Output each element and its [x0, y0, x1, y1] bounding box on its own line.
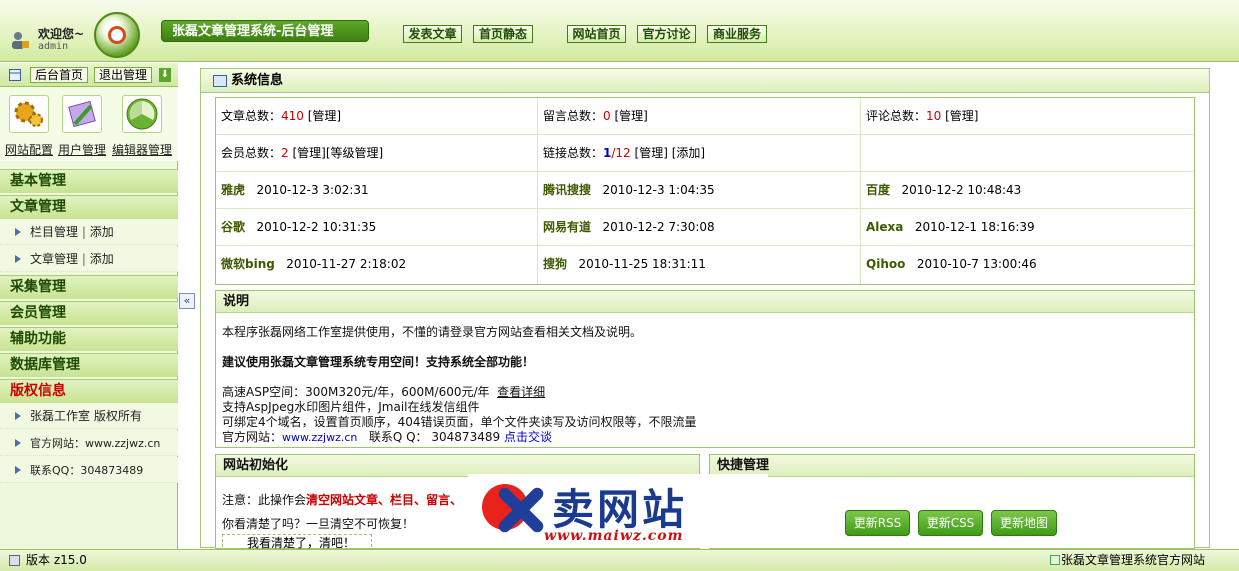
table-icon	[213, 75, 227, 87]
official-site-footer-link[interactable]: 张磊文章管理系统官方网站	[1061, 550, 1205, 570]
editor-manage-link[interactable]: 编辑器管理	[112, 141, 172, 158]
logout-button[interactable]: 退出管理	[94, 67, 152, 83]
comment-manage-link[interactable]: [管理]	[945, 109, 978, 123]
member-manage-link[interactable]: [管理]	[292, 146, 325, 160]
arrow-down-icon[interactable]: ⬇	[159, 68, 171, 82]
update-map-button[interactable]: 更新地图	[991, 510, 1057, 536]
click-chat-link[interactable]: 点击交谈	[504, 430, 552, 444]
table-row: 微软bing 2010-11-27 2:18:02 搜狗 2010-11-25 …	[221, 257, 1037, 271]
copyright-item: 张磊工作室 版权所有	[0, 403, 178, 429]
table-row: 会员总数：2 [管理][等级管理] 链接总数：1/12 [管理] [添加]	[216, 135, 1194, 172]
welcome-username: admin	[38, 41, 69, 52]
official-site-link[interactable]: www.zzjwz.cn	[282, 431, 357, 444]
category-add-link[interactable]: 添加	[90, 225, 114, 239]
calendar-icon	[9, 69, 21, 81]
nav-site-home[interactable]: 网站首页	[567, 25, 626, 43]
article-manage-link[interactable]: 文章管理	[30, 252, 78, 266]
link-manage-link[interactable]: [管理]	[635, 146, 668, 160]
nav-home-static[interactable]: 首页静态	[473, 25, 533, 43]
message-manage-link[interactable]: [管理]	[614, 109, 647, 123]
menu-copyright[interactable]: 版权信息	[0, 379, 178, 403]
sidebar: 后台首页 退出管理 ⬇ 网站配置 用户管理 编辑器管理 基本管理 文章管理 栏目…	[0, 63, 178, 549]
notes-title: 说明	[216, 291, 1194, 313]
nav-official-forum[interactable]: 官方讨论	[637, 25, 696, 43]
update-css-button[interactable]: 更新CSS	[918, 510, 983, 536]
article-add-link[interactable]: 添加	[90, 252, 114, 266]
arrow-right-icon	[15, 412, 21, 420]
status-bar: 版本 z15.0 张磊文章管理系统官方网站	[0, 549, 1239, 571]
copyright-item: 官方网站：www.zzjwz.cn	[0, 430, 178, 456]
editor-manage-icon[interactable]	[122, 95, 162, 133]
sidebar-toolbar: 后台首页 退出管理 ⬇	[0, 63, 178, 87]
panel-title: 系统信息	[201, 69, 1209, 93]
level-manage-link[interactable]: [等级管理]	[326, 146, 383, 160]
menu-item-category: 栏目管理 | 添加	[0, 219, 178, 245]
watermark-logo: 卖网站 www.maiwz.com	[468, 474, 768, 548]
member-count: 2	[281, 146, 289, 160]
quick-manage-title: 快捷管理	[710, 455, 1194, 477]
link-count-b: /12	[611, 146, 631, 160]
nav-business-service[interactable]: 商业服务	[707, 25, 767, 43]
menu-item-article: 文章管理 | 添加	[0, 246, 178, 272]
user-icon	[12, 32, 29, 49]
gear-icon[interactable]	[9, 95, 49, 133]
view-detail-link[interactable]: 查看详细	[497, 385, 545, 399]
admin-home-button[interactable]: 后台首页	[30, 67, 88, 83]
user-manage-link[interactable]: 用户管理	[58, 141, 106, 158]
article-manage-link[interactable]: [管理]	[308, 109, 341, 123]
link-add-link[interactable]: [添加]	[672, 146, 705, 160]
menu-basic[interactable]: 基本管理	[0, 169, 178, 193]
system-info-table: 文章总数：410 [管理] 留言总数：0 [管理] 评论总数：10 [管理] 会…	[215, 97, 1195, 285]
table-row: 雅虎 2010-12-3 3:02:31 腾讯搜搜 2010-12-3 1:04…	[216, 172, 1194, 209]
copyright-item: 联系QQ：304873489	[0, 457, 178, 483]
collapse-sidebar-button[interactable]: «	[179, 293, 195, 309]
comment-count: 10	[926, 109, 942, 123]
menu-assist[interactable]: 辅助功能	[0, 327, 178, 351]
top-header: 欢迎您~ admin 张磊文章管理系统-后台管理 发表文章 首页静态 网站首页 …	[0, 0, 1239, 62]
menu-collect[interactable]: 采集管理	[0, 275, 178, 299]
arrow-right-icon	[15, 439, 21, 447]
logo-icon	[94, 12, 140, 58]
category-manage-link[interactable]: 栏目管理	[30, 225, 78, 239]
window-icon	[9, 555, 20, 566]
article-count: 410	[281, 109, 304, 123]
welcome-area: 欢迎您~ admin	[8, 22, 98, 56]
notes-box: 说明 本程序张磊网络工作室提供使用，不懂的请登录官方网站查看相关文档及说明。 建…	[215, 290, 1195, 448]
table-row: 文章总数：410 [管理] 留言总数：0 [管理] 评论总数：10 [管理]	[216, 98, 1194, 135]
menu-article[interactable]: 文章管理	[0, 195, 178, 219]
menu-member[interactable]: 会员管理	[0, 301, 178, 325]
menu-database[interactable]: 数据库管理	[0, 353, 178, 377]
site-config-link[interactable]: 网站配置	[5, 141, 53, 158]
arrow-right-icon	[15, 255, 21, 263]
arrow-right-icon	[15, 228, 21, 236]
version-label: 版本 z15.0	[26, 553, 87, 567]
arrow-right-icon	[15, 466, 21, 474]
nav-post-article[interactable]: 发表文章	[403, 25, 462, 43]
system-title: 张磊文章管理系统-后台管理	[161, 20, 369, 42]
message-count: 0	[603, 109, 611, 123]
table-row: 谷歌 2010-12-2 10:31:35 网易有道 2010-12-2 7:3…	[216, 209, 1194, 246]
help-icon	[1050, 555, 1060, 565]
welcome-text: 欢迎您~	[38, 27, 85, 41]
user-manage-icon[interactable]	[62, 95, 102, 133]
update-rss-button[interactable]: 更新RSS	[845, 510, 910, 536]
